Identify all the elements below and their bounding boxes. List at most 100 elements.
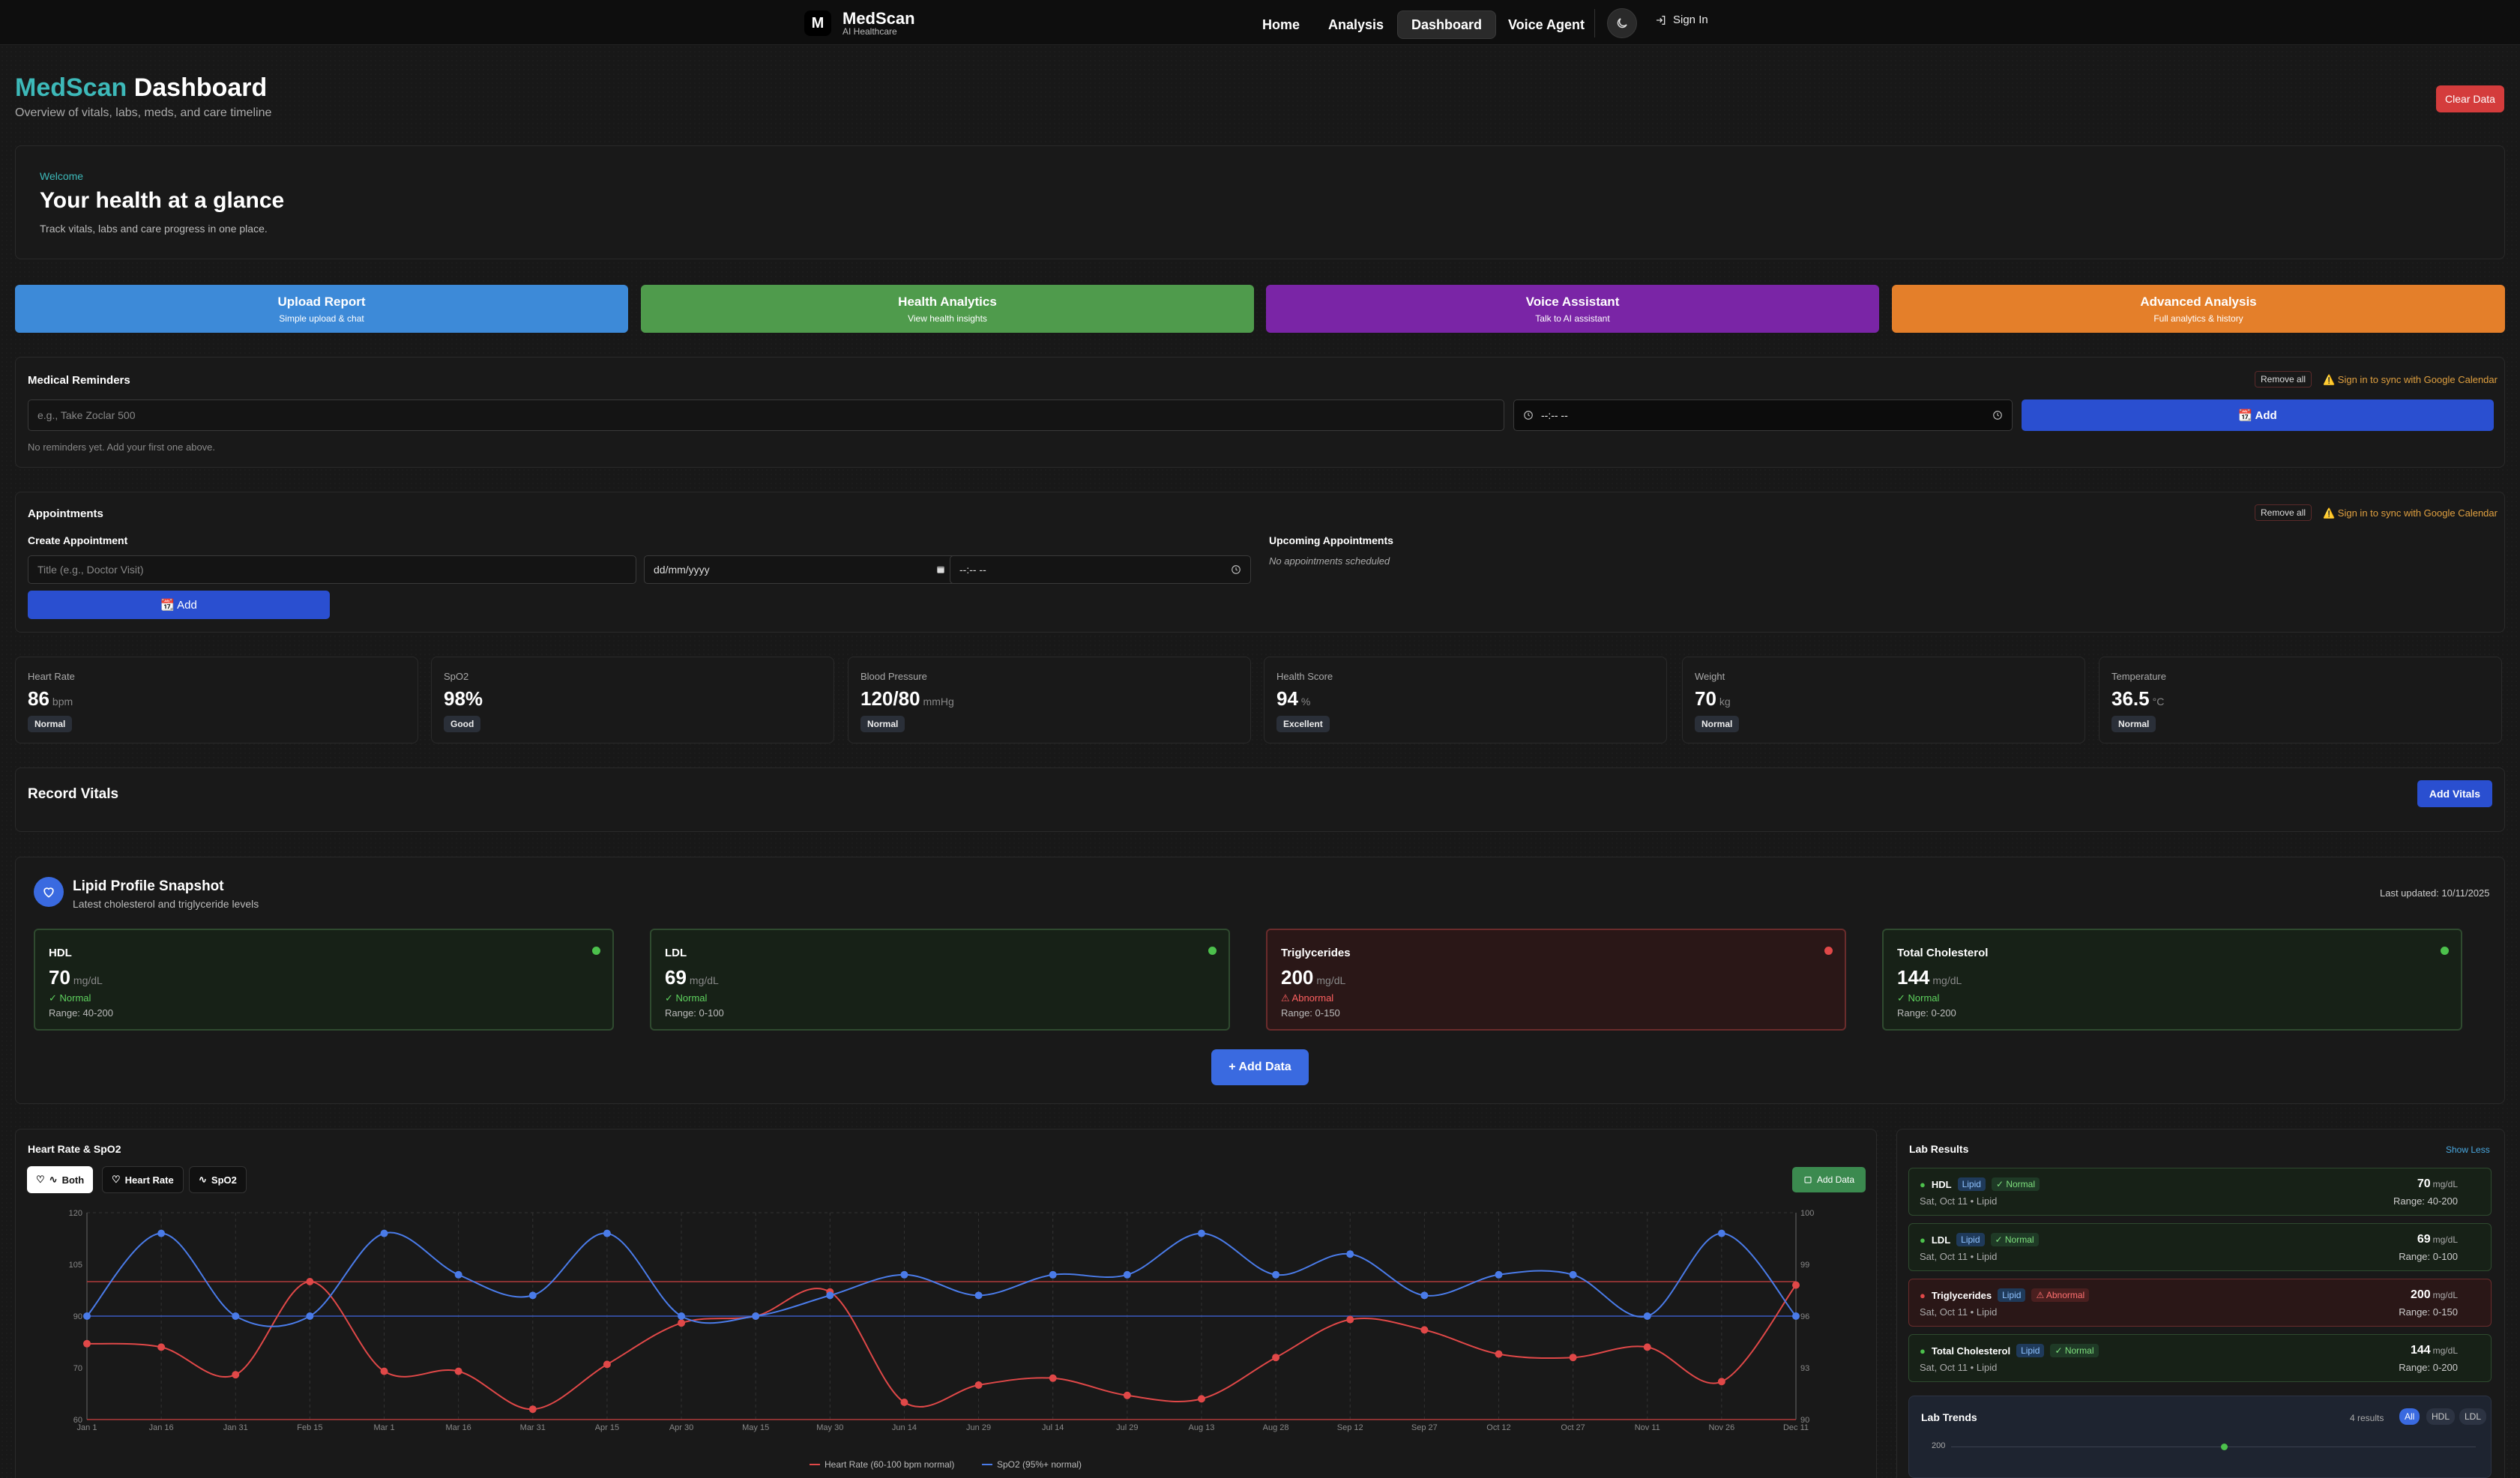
appointment-time-input[interactable]: --:-- --	[950, 555, 1251, 584]
x-tick-label: Apr 30	[669, 1423, 693, 1432]
lipid-value: 144 mg/dL	[1897, 966, 1962, 989]
lab-category-tag: Lipid	[1957, 1177, 1986, 1191]
lab-row-total-cholesterol[interactable]: ● Total Cholesterol Lipid ✓ Normal Sat, Oct…	[1908, 1334, 2492, 1382]
y-tick-label-right: 93	[1800, 1364, 1809, 1373]
health-analytics-button[interactable]: Health Analytics View health insights	[641, 285, 1254, 333]
trend-point	[2221, 1444, 2228, 1450]
vital-card-heart-rate[interactable]: Heart Rate 86 bpm Normal	[15, 657, 418, 743]
lipid-add-data-button[interactable]: + Add Data	[1211, 1049, 1309, 1085]
lab-trends-count: 4 results	[2350, 1413, 2384, 1423]
vital-value: 36.5 °C	[2111, 687, 2164, 711]
vital-card-blood-pressure[interactable]: Blood Pressure 120/80 mmHg Normal	[848, 657, 1251, 743]
spo2-data-point	[157, 1229, 166, 1237]
nav-voice-agent[interactable]: Voice Agent	[1495, 10, 1598, 39]
page-title-rest: Dashboard	[133, 73, 268, 102]
record-vitals-title: Record Vitals	[28, 786, 119, 802]
advanced-analysis-button[interactable]: Advanced Analysis Full analytics & histor…	[1892, 285, 2505, 333]
status-badge: Excellent	[1276, 716, 1330, 732]
lab-range: Range: 0-200	[2399, 1362, 2458, 1373]
spo2-data-point	[603, 1229, 611, 1237]
vital-card-health-score[interactable]: Health Score 94% Excellent	[1264, 657, 1667, 743]
clock-icon[interactable]	[1231, 564, 1241, 575]
lipid-unit: mg/dL	[73, 974, 103, 986]
lipid-unit: mg/dL	[1316, 974, 1346, 986]
trend-filter-hdl[interactable]: HDL	[2426, 1408, 2456, 1425]
chip-label: SpO2	[211, 1174, 237, 1186]
reminder-text-input[interactable]: e.g., Take Zoclar 500	[28, 399, 1504, 431]
lipid-card-ldl[interactable]: LDL 69 mg/dL ✓ Normal Range: 0-100	[650, 929, 1230, 1031]
lipid-subtitle: Latest cholesterol and triglyceride leve…	[73, 898, 259, 910]
nav-home[interactable]: Home	[1249, 10, 1313, 39]
lipid-range: Range: 40-200	[49, 1007, 114, 1019]
status-badge: Normal	[860, 716, 905, 732]
vital-unit: °C	[2152, 696, 2165, 708]
chip-both[interactable]: ♡ ∿ Both	[27, 1166, 94, 1193]
lab-number: 200	[2410, 1288, 2431, 1301]
voice-assistant-title: Voice Assistant	[1525, 294, 1620, 309]
spo2-data-point	[900, 1270, 908, 1279]
clear-data-button[interactable]: Clear Data	[2436, 85, 2504, 112]
reminders-remove-all-button[interactable]: Remove all	[2255, 371, 2312, 387]
top-nav: M MedScan AI Healthcare Home Analysis Da…	[0, 0, 2520, 45]
heart-rate-data-point	[1197, 1395, 1205, 1403]
lab-unit: mg/dL	[2432, 1179, 2458, 1189]
clock-picker-icon[interactable]	[1992, 410, 2003, 420]
vital-label: Weight	[1695, 671, 1725, 682]
trend-filter-ldl[interactable]: LDL	[2459, 1408, 2487, 1425]
x-tick-label: Jun 29	[966, 1423, 991, 1432]
theme-toggle-button[interactable]	[1607, 8, 1637, 38]
lab-row-ldl[interactable]: ● LDL Lipid ✓ Normal Sat, Oct 11 • Lipid 69…	[1908, 1223, 2492, 1271]
chip-spo2[interactable]: ∿ SpO2	[189, 1166, 247, 1193]
chart-add-data-button[interactable]: Add Data	[1792, 1167, 1866, 1192]
lipid-name: Total Cholesterol	[1897, 947, 1989, 959]
page-title-accent: MedScan	[15, 73, 127, 102]
heart-icon: ♡	[36, 1174, 45, 1185]
appointments-title: Appointments	[28, 507, 103, 520]
login-icon	[1657, 15, 1666, 25]
lab-unit: mg/dL	[2432, 1290, 2458, 1300]
x-tick-label: Feb 15	[297, 1423, 322, 1432]
reminder-time-input[interactable]: --:-- --	[1513, 399, 2013, 431]
chip-heart-rate[interactable]: ♡ Heart Rate	[102, 1166, 184, 1193]
vital-number: 94	[1276, 687, 1298, 710]
lipid-name: HDL	[49, 947, 72, 959]
nav-analysis[interactable]: Analysis	[1315, 10, 1397, 39]
reminders-sync-notice[interactable]: ⚠️ Sign in to sync with Google Calendar	[2323, 374, 2498, 386]
trend-filter-all[interactable]: All	[2399, 1408, 2420, 1425]
spo2-series-line	[86, 1231, 1797, 1327]
voice-assistant-button[interactable]: Voice Assistant Talk to AI assistant	[1266, 285, 1879, 333]
x-tick-label: Oct 12	[1486, 1423, 1510, 1432]
appointments-remove-all-button[interactable]: Remove all	[2255, 504, 2312, 521]
add-vitals-button[interactable]: Add Vitals	[2417, 780, 2492, 807]
lipid-card-triglycerides[interactable]: Triglycerides 200 mg/dL ⚠ Abnormal Range: 0-…	[1266, 929, 1846, 1031]
heart-rate-series-line	[86, 1280, 1797, 1411]
chip-label: Both	[61, 1174, 85, 1186]
app-logo[interactable]: M	[804, 10, 831, 36]
x-tick-label: Nov 26	[1708, 1423, 1734, 1432]
upload-report-button[interactable]: Upload Report Simple upload & chat	[15, 285, 628, 333]
calendar-icon[interactable]	[935, 564, 946, 575]
lipid-card-hdl[interactable]: HDL 70 mg/dL ✓ Normal Range: 40-200	[34, 929, 614, 1031]
vital-card-weight[interactable]: Weight 70 kg Normal	[1682, 657, 2085, 743]
spo2-data-point	[1420, 1291, 1429, 1300]
status-dot	[1824, 947, 1833, 955]
vital-card-temperature[interactable]: Temperature 36.5 °C Normal	[2099, 657, 2502, 743]
show-less-link[interactable]: Show Less	[2446, 1144, 2490, 1155]
lipid-card-total-cholesterol[interactable]: Total Cholesterol 144 mg/dL ✓ Normal Range: …	[1882, 929, 2462, 1031]
vital-card-spo2[interactable]: SpO2 98% Good	[431, 657, 834, 743]
spo2-data-point	[454, 1270, 462, 1279]
x-tick-label: Jan 31	[223, 1423, 248, 1432]
lipid-unit: mg/dL	[689, 974, 719, 986]
lipid-number: 144	[1897, 966, 1930, 989]
reminder-add-button[interactable]: 📆 Add	[2022, 399, 2494, 431]
heart-rate-legend-label: Heart Rate (60-100 bpm normal)	[825, 1459, 954, 1470]
appointments-sync-notice[interactable]: ⚠️ Sign in to sync with Google Calendar	[2323, 507, 2498, 519]
lab-row-triglycerides[interactable]: ● Triglycerides Lipid ⚠ Abnormal Sat, Oct 1…	[1908, 1279, 2492, 1327]
sign-in-button[interactable]: Sign In	[1655, 13, 1708, 26]
appointment-add-button[interactable]: 📆 Add	[28, 591, 330, 619]
appointment-title-input[interactable]: Title (e.g., Doctor Visit)	[28, 555, 636, 584]
lab-row-hdl[interactable]: ● HDL Lipid ✓ Normal Sat, Oct 11 • Lipid 70…	[1908, 1168, 2492, 1216]
nav-dashboard[interactable]: Dashboard	[1397, 10, 1497, 39]
appointment-date-input[interactable]: dd/mm/yyyy	[644, 555, 956, 584]
spo2-data-point	[528, 1291, 537, 1300]
